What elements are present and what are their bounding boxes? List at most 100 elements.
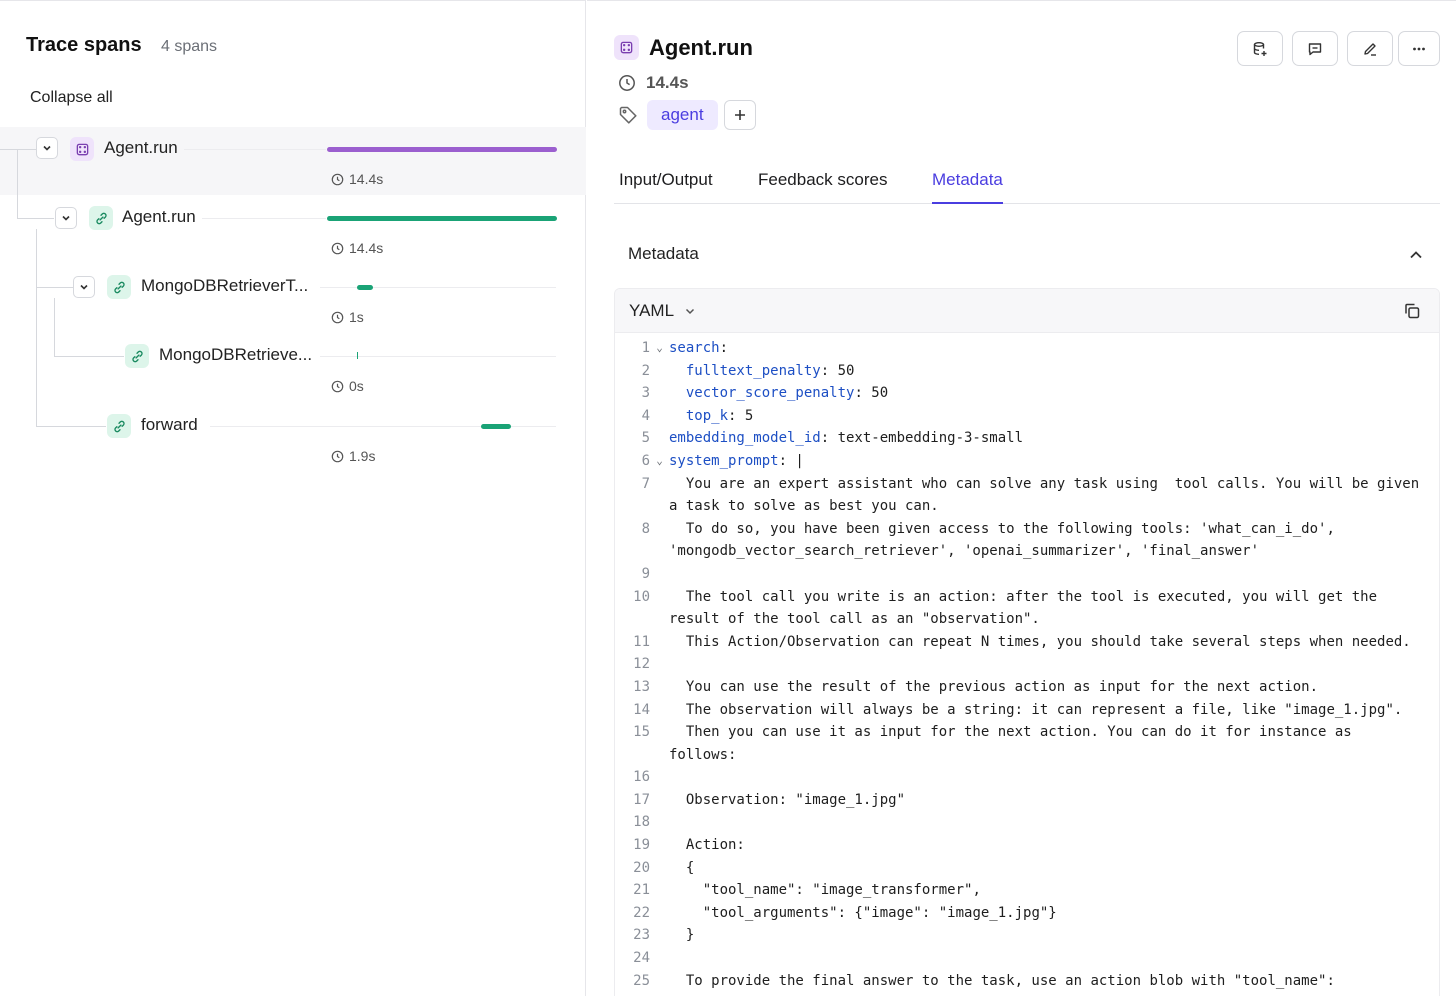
fold-gutter	[650, 631, 669, 654]
yaml-value: : |	[778, 452, 804, 469]
fold-chevron-icon[interactable]: ⌄	[650, 337, 669, 360]
collapse-chevron-icon[interactable]	[36, 137, 58, 159]
yaml-key: search	[669, 340, 720, 356]
span-duration-bar	[327, 147, 557, 152]
clock-icon	[331, 311, 344, 323]
code-line: 19 Action:	[615, 834, 1439, 857]
code-text: vector_score_penalty: 50	[669, 382, 1439, 405]
fold-gutter	[650, 947, 669, 970]
line-number: 4	[641, 407, 650, 424]
collapse-chevron-icon[interactable]	[73, 276, 95, 298]
fold-gutter	[650, 721, 669, 766]
yaml-key: embedding_model_id	[669, 430, 821, 447]
code-text: embedding_model_id: text-embedding-3-sma…	[669, 427, 1439, 450]
clock-icon	[331, 173, 344, 185]
add-to-dataset-button[interactable]	[1237, 31, 1283, 66]
line-number: 14	[633, 701, 650, 718]
code-text: This Action/Observation can repeat N tim…	[669, 633, 1411, 650]
tab-input-output[interactable]: Input/Output	[619, 170, 713, 204]
line-number: 5	[641, 430, 650, 447]
fold-gutter	[650, 834, 669, 857]
line-number: 11	[633, 633, 650, 650]
add-tag-button[interactable]	[724, 100, 756, 130]
edit-button[interactable]	[1347, 31, 1393, 66]
code-line: 18	[615, 811, 1439, 834]
code-line: 12	[615, 653, 1439, 676]
span-duration-bar	[481, 424, 511, 429]
row-guide	[202, 218, 326, 219]
fold-gutter	[650, 766, 669, 789]
span-detail-panel: Agent.run 14.4s agent Input/Output Feedb…	[587, 0, 1456, 996]
span-duration-bar	[356, 285, 373, 290]
trace-spans-title: Trace spans	[26, 34, 142, 56]
format-select[interactable]: YAML	[629, 301, 696, 321]
collapse-chevron-icon[interactable]	[55, 207, 77, 229]
fold-chevron-icon[interactable]: ⌄	[650, 450, 669, 473]
tree-connector	[17, 149, 18, 218]
fold-gutter	[650, 676, 669, 699]
comment-button[interactable]	[1292, 31, 1338, 66]
tag-chip[interactable]: agent	[647, 100, 718, 130]
span-duration: 1.9s	[331, 448, 375, 464]
fold-gutter	[650, 811, 669, 834]
trace-spans-panel: Trace spans 4 spans Collapse all Agent.r…	[0, 0, 586, 996]
link-icon	[89, 206, 113, 230]
span-duration-bar	[327, 216, 557, 221]
link-icon	[125, 344, 149, 368]
code-text: system_prompt: |	[669, 450, 1439, 473]
code-line: 24	[615, 947, 1439, 970]
plus-icon	[735, 110, 745, 120]
span-title: Agent.run	[649, 35, 753, 60]
tree-connector	[36, 287, 73, 288]
span-duration-text: 1s	[349, 309, 364, 325]
code-line: 1 ⌄ search:	[615, 337, 1439, 360]
fold-gutter	[650, 473, 669, 518]
code-line: 15 Then you can use it as input for the …	[615, 721, 1439, 766]
span-duration-text: 14.4s	[349, 171, 384, 187]
line-number: 18	[633, 814, 650, 831]
line-number: 25	[633, 972, 650, 989]
code-text: Then you can use it as input for the nex…	[669, 724, 1361, 763]
code-text: fulltext_penalty: 50	[669, 360, 1439, 383]
code-text: To provide the final answer to the task,…	[669, 972, 1419, 996]
code-text: Observation: "image_1.jpg"	[669, 791, 906, 808]
code-text: Action:	[669, 837, 745, 854]
code-line: 2 fulltext_penalty: 50	[615, 360, 1439, 383]
line-number: 24	[633, 950, 650, 967]
yaml-code[interactable]: 1 ⌄ search: 2 fulltext_penalty: 50 3 vector_…	[615, 337, 1439, 996]
code-text: The tool call you write is an action: af…	[669, 588, 1386, 628]
code-line: 20 {	[615, 857, 1439, 880]
chevron-down-icon	[686, 308, 695, 315]
code-text: search:	[669, 337, 1439, 360]
line-number: 6	[641, 452, 650, 469]
collapse-all-button[interactable]: Collapse all	[30, 89, 113, 107]
tab-metadata[interactable]: Metadata	[932, 170, 1003, 204]
fold-gutter	[650, 427, 669, 450]
code-line: 7 You are an expert assistant who can so…	[615, 473, 1439, 518]
span-duration: 14.4s	[331, 171, 383, 187]
code-text: top_k: 5	[669, 405, 1439, 428]
code-text: The observation will always be a string:…	[669, 701, 1403, 718]
detail-tabs: Input/Output Feedback scores Metadata	[614, 161, 1440, 204]
line-number: 15	[633, 724, 650, 741]
code-line: 17 Observation: "image_1.jpg"	[615, 789, 1439, 812]
chevron-up-icon[interactable]	[1407, 246, 1425, 264]
fold-gutter	[650, 563, 669, 586]
fold-gutter	[650, 902, 669, 925]
agent-icon	[614, 35, 639, 60]
more-options-button[interactable]	[1398, 31, 1440, 66]
span-label: forward	[141, 415, 198, 434]
copy-icon[interactable]	[1403, 302, 1421, 320]
code-text: }	[669, 927, 695, 944]
fold-gutter	[650, 879, 669, 902]
tab-feedback-scores[interactable]: Feedback scores	[758, 170, 887, 204]
code-line: 23 }	[615, 924, 1439, 947]
row-guide	[184, 149, 326, 150]
span-duration-text: 0s	[349, 378, 364, 394]
fold-gutter	[650, 653, 669, 676]
line-number: 22	[633, 904, 650, 921]
